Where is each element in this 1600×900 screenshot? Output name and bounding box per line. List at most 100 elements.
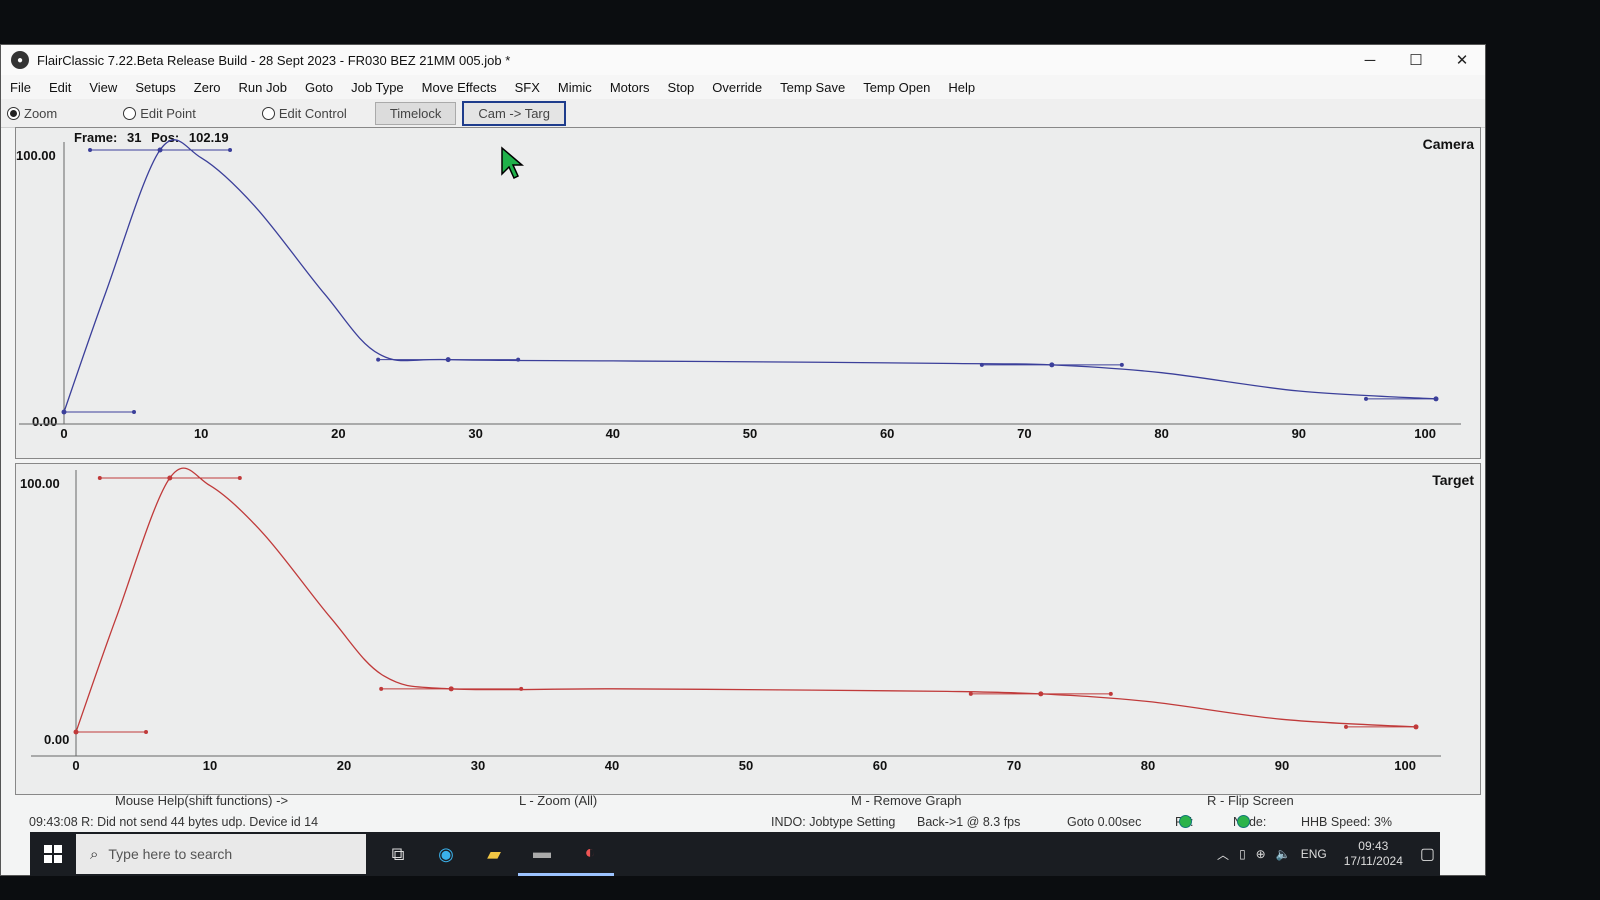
volume-icon[interactable]: 🔈 — [1276, 847, 1291, 861]
x-tick-label: 0 — [72, 758, 79, 773]
x-tick-label: 70 — [1007, 758, 1021, 773]
handle-point — [519, 686, 524, 691]
menu-temp-save[interactable]: Temp Save — [771, 80, 854, 95]
network-icon[interactable]: ⊕ — [1256, 847, 1266, 861]
chevron-up-icon[interactable]: ︿ — [1217, 846, 1229, 863]
flip-screen-help: R - Flip Screen — [1207, 793, 1294, 808]
handle-point — [132, 410, 136, 414]
menu-setups[interactable]: Setups — [126, 80, 184, 95]
handle-point — [88, 148, 93, 152]
taskbar-search-box[interactable]: ⌕ Type here to search — [76, 834, 366, 874]
target-graph[interactable]: 100.00 0.00 Target 0 10 20 30 40 50 60 70 80 90 10… — [15, 463, 1481, 795]
remove-graph-help: M - Remove Graph — [851, 793, 962, 808]
x-tick-label: 50 — [743, 426, 757, 441]
close-button[interactable]: ✕ — [1439, 45, 1485, 75]
camera-graph[interactable]: Frame: 31 Pos: 102.19 100.00 0.00 Camera… — [15, 127, 1481, 459]
status-message: 09:43:08 R: Did not send 44 bytes udp. D… — [29, 815, 319, 829]
start-button[interactable] — [30, 832, 76, 876]
mouse-cursor-icon — [501, 146, 525, 180]
clock-time: 09:43 — [1358, 839, 1389, 853]
key-point — [73, 729, 79, 735]
menu-move-effects[interactable]: Move Effects — [413, 80, 506, 95]
menu-motors[interactable]: Motors — [601, 80, 659, 95]
speed-status: HHB Speed: 3% — [1301, 815, 1393, 829]
edit-control-radio[interactable]: Edit Control — [261, 106, 347, 121]
clock-date: 17/11/2024 — [1343, 854, 1403, 868]
mode-toolbar: Zoom Edit Point Edit Control Timelock Ca… — [1, 99, 1485, 128]
jobtype-status: INDO: Jobtype Setting — [771, 815, 896, 829]
app-icon: ● — [11, 51, 29, 69]
edge-browser-icon[interactable]: ◉ — [422, 832, 470, 876]
goto-status: Goto 0.00sec — [1067, 815, 1142, 829]
menu-mimic[interactable]: Mimic — [549, 80, 601, 95]
x-tick-label: 70 — [1017, 426, 1031, 441]
menu-stop[interactable]: Stop — [659, 80, 704, 95]
app-window: ● FlairClassic 7.22.Beta Release Build -… — [0, 44, 1486, 876]
key-point — [448, 686, 454, 692]
notification-icon[interactable]: ▢ — [1420, 844, 1435, 864]
file-explorer-icon[interactable]: ▰ — [470, 832, 518, 876]
key-point — [1038, 691, 1044, 697]
handle-point — [237, 476, 242, 480]
menu-view[interactable]: View — [80, 80, 126, 95]
handle-point — [1119, 362, 1124, 367]
zoom-radio[interactable]: Zoom — [7, 106, 57, 121]
x-tick-label: 40 — [605, 758, 619, 773]
task-view-icon[interactable]: ⧉ — [374, 832, 422, 876]
timelock-button[interactable]: Timelock — [374, 101, 457, 125]
menu-help[interactable]: Help — [939, 80, 984, 95]
x-tick-label: 60 — [873, 758, 887, 773]
flair-app-icon[interactable]: ▬ — [518, 832, 566, 876]
key-point — [157, 147, 163, 153]
camera-curve-canvas[interactable]: 0 10 20 30 40 50 60 70 80 90 100 — [16, 128, 1480, 458]
x-tick-label: 100 — [1414, 426, 1436, 441]
menu-bar: File Edit View Setups Zero Run Job Goto … — [1, 75, 1485, 99]
device-icon[interactable]: ▯ — [1239, 847, 1246, 861]
title-bar: ● FlairClassic 7.22.Beta Release Build -… — [1, 45, 1485, 75]
flair-classic-icon[interactable]: ◐ — [566, 832, 614, 876]
handle-point — [97, 476, 102, 480]
clock[interactable]: 09:43 17/11/2024 — [1344, 839, 1403, 869]
handle-point — [228, 148, 233, 152]
key-point — [445, 357, 451, 363]
menu-temp-open[interactable]: Temp Open — [854, 80, 939, 95]
mouse-help: Mouse Help(shift functions) -> — [115, 793, 289, 808]
rt-led-icon — [1179, 815, 1192, 828]
edit-point-radio[interactable]: Edit Point — [123, 106, 196, 121]
x-tick-label: 100 — [1394, 758, 1416, 773]
x-tick-label: 0 — [60, 426, 67, 441]
x-tick-label: 80 — [1141, 758, 1155, 773]
radio-dot-icon — [123, 106, 137, 120]
menu-goto[interactable]: Goto — [296, 80, 342, 95]
system-tray: ︿ ▯ ⊕ 🔈 ENG 09:43 17/11/2024 ▢ — [1212, 839, 1440, 869]
curve-line — [63, 139, 1437, 413]
x-tick-label: 50 — [739, 758, 753, 773]
menu-job-type[interactable]: Job Type — [342, 80, 413, 95]
cam-targ-button[interactable]: Cam -> Targ — [462, 100, 566, 126]
language-indicator[interactable]: ENG — [1301, 847, 1327, 861]
key-point — [1049, 362, 1055, 368]
target-curve-canvas[interactable]: 0 10 20 30 40 50 60 70 80 90 100 — [16, 464, 1480, 794]
handle-point — [979, 362, 984, 367]
x-tick-label: 90 — [1292, 426, 1306, 441]
node-led-icon — [1237, 815, 1250, 828]
zoom-help: L - Zoom (All) — [519, 793, 598, 808]
handle-point — [1364, 396, 1368, 401]
zoom-radio-label: Zoom — [24, 105, 58, 121]
handle-point — [1108, 691, 1113, 696]
x-tick-label: 80 — [1154, 426, 1168, 441]
menu-run-job[interactable]: Run Job — [230, 80, 296, 95]
handle-point — [968, 691, 973, 696]
menu-sfx[interactable]: SFX — [506, 80, 549, 95]
menu-override[interactable]: Override — [703, 80, 771, 95]
x-tick-label: 10 — [194, 426, 208, 441]
maximize-button[interactable]: ☐ — [1393, 45, 1439, 75]
menu-file[interactable]: File — [1, 80, 40, 95]
taskbar: ⌕ Type here to search ⧉ ◉ ▰ ▬ ◐ ︿ ▯ ⊕ 🔈 … — [30, 832, 1440, 876]
menu-edit[interactable]: Edit — [40, 80, 80, 95]
radio-dot-icon — [261, 106, 275, 120]
minimize-button[interactable]: ─ — [1347, 45, 1393, 75]
x-tick-label: 30 — [471, 758, 485, 773]
x-tick-label: 20 — [337, 758, 351, 773]
menu-zero[interactable]: Zero — [185, 80, 230, 95]
